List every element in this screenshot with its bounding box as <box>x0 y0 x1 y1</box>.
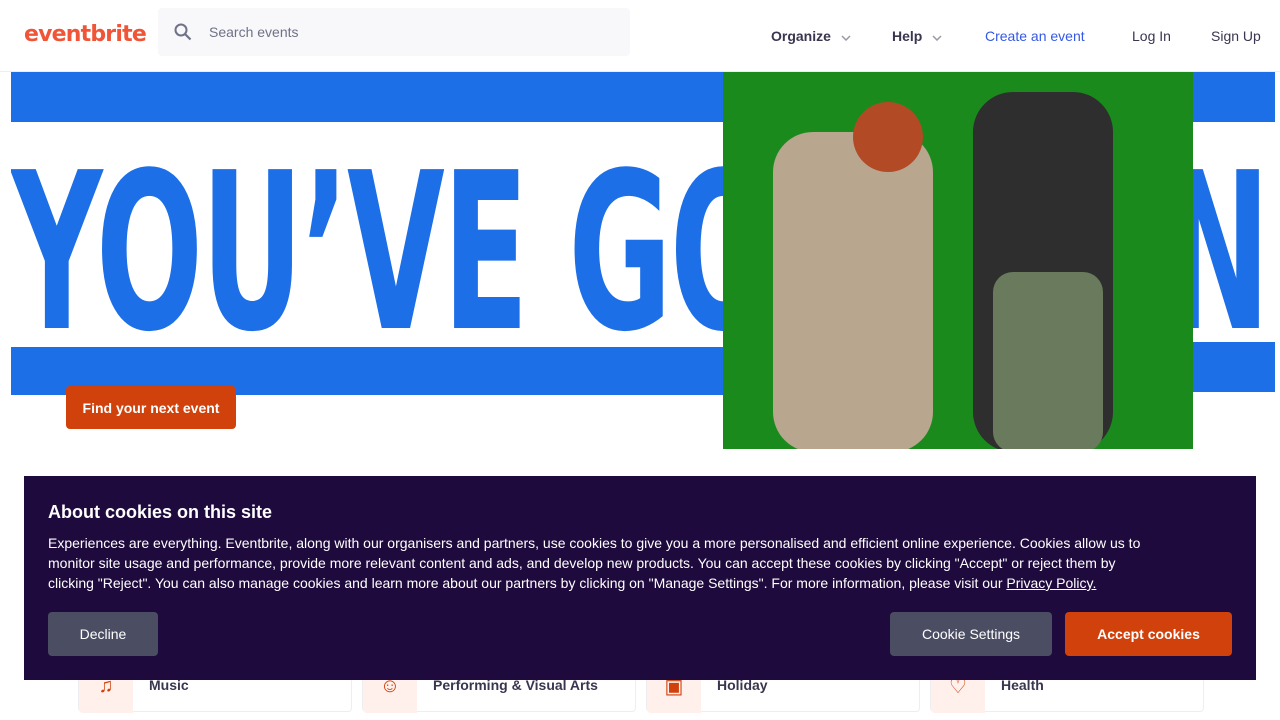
signup-link[interactable]: Sign Up <box>1211 0 1261 72</box>
search-input[interactable] <box>209 24 609 40</box>
find-event-button[interactable]: Find your next event <box>66 386 236 429</box>
accept-cookies-button[interactable]: Accept cookies <box>1065 612 1232 656</box>
cookie-text: Experiences are everything. Eventbrite, … <box>48 535 1141 591</box>
hero-stripe <box>11 72 731 122</box>
cookie-title: About cookies on this site <box>48 502 273 522</box>
site-header: eventbrite Organize Help Create an event… <box>0 0 1280 72</box>
chevron-down-icon <box>932 28 942 44</box>
person-left <box>773 132 933 449</box>
login-link[interactable]: Log In <box>1132 0 1171 72</box>
cookie-settings-button[interactable]: Cookie Settings <box>890 612 1052 656</box>
search-bar[interactable] <box>158 8 630 56</box>
cookie-banner: About cookies on this site Experiences a… <box>24 476 1256 680</box>
decline-button[interactable]: Decline <box>48 612 158 656</box>
organize-menu[interactable]: Organize <box>771 0 851 72</box>
cookie-body: Experiences are everything. Eventbrite, … <box>48 533 1158 593</box>
eventbrite-logo[interactable]: eventbrite <box>24 22 147 47</box>
organize-label: Organize <box>771 28 831 44</box>
search-icon <box>158 8 209 56</box>
privacy-policy-link[interactable]: Privacy Policy. <box>1006 575 1096 591</box>
create-event-link[interactable]: Create an event <box>985 0 1085 72</box>
beanie <box>853 102 923 172</box>
chevron-down-icon <box>841 28 851 44</box>
hero-photo <box>723 72 1193 449</box>
help-menu[interactable]: Help <box>892 0 942 72</box>
help-label: Help <box>892 28 923 44</box>
person-right-pants <box>993 272 1103 449</box>
